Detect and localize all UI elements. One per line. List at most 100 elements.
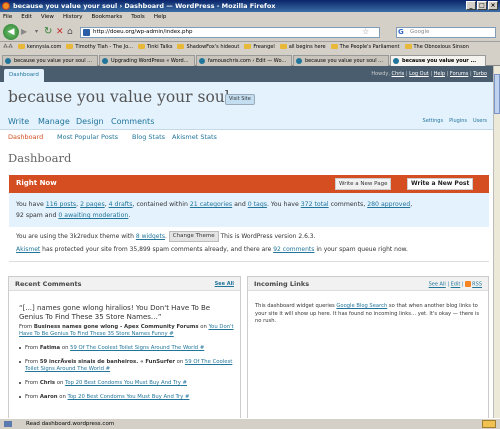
history-dropdown-icon[interactable]: ▾ bbox=[35, 25, 38, 39]
menu-bookmarks[interactable]: Bookmarks bbox=[92, 12, 123, 22]
comment-permalink[interactable]: # bbox=[181, 380, 187, 386]
browser-tab[interactable]: because you value your soul ... bbox=[2, 55, 98, 66]
rss-icon[interactable] bbox=[465, 281, 472, 287]
browser-tab[interactable]: famouschris.com › Edit — Wo... bbox=[196, 55, 292, 66]
recent-comments-widget: Recent Comments See All “[...] names gon… bbox=[8, 276, 241, 418]
comment-permalink[interactable]: # bbox=[168, 331, 173, 337]
comment-permalink[interactable]: # bbox=[104, 366, 110, 372]
firefox-icon bbox=[2, 2, 10, 10]
widgets-link[interactable]: 8 widgets bbox=[136, 233, 165, 240]
see-all-link[interactable]: See All bbox=[215, 281, 234, 287]
bookmark-item[interactable]: The Obnoxious Sinson bbox=[404, 42, 469, 53]
vertical-scrollbar[interactable] bbox=[493, 66, 500, 418]
bookmark-item[interactable]: kennysia.com bbox=[18, 42, 61, 53]
wp-admin-bar: Dashboard Howdy, Chris | Log Out | Help … bbox=[0, 66, 493, 82]
list-item: From 59 incrÃ­veis sinais de banheiros. … bbox=[19, 359, 234, 373]
spam-queue-link[interactable]: 92 comments bbox=[273, 246, 314, 253]
bookmark-chinese-icons[interactable]: ⁂⁂ bbox=[3, 42, 13, 53]
folder-icon bbox=[404, 44, 412, 49]
pages-link[interactable]: 2 pages bbox=[80, 201, 105, 208]
subnav-akismet-stats[interactable]: Akismet Stats bbox=[172, 133, 217, 141]
dashboard-tab[interactable]: Dashboard bbox=[4, 69, 44, 82]
comment-post-link[interactable]: Top 20 Best Condoms You Must Buy And Try bbox=[65, 380, 181, 386]
browser-tab[interactable]: because you value your soul ... bbox=[293, 55, 389, 66]
logout-link[interactable]: Log Out bbox=[409, 71, 429, 77]
browser-tab-active[interactable]: because you value your ... bbox=[390, 55, 486, 66]
comment-post-link[interactable]: 59 Of The Coolest Toilet Signs Around Th… bbox=[70, 345, 198, 351]
menu-view[interactable]: View bbox=[41, 12, 54, 22]
bookmark-item[interactable]: Freangel bbox=[244, 42, 275, 53]
rss-link[interactable]: RSS bbox=[472, 282, 482, 288]
bookmark-item[interactable]: The People's Parliament bbox=[330, 42, 400, 53]
close-button[interactable]: × bbox=[488, 1, 498, 10]
url-text: http://doeu.org/wp-admin/index.php bbox=[93, 29, 193, 35]
visit-site-button[interactable]: Visit Site bbox=[225, 94, 255, 105]
tags-link[interactable]: 0 tags bbox=[248, 201, 267, 208]
write-page-button[interactable]: Write a New Page bbox=[335, 178, 392, 190]
comment-source: From Business names gone wlong - Apex Co… bbox=[19, 324, 234, 337]
menu-edit[interactable]: Edit bbox=[21, 12, 32, 22]
minimize-button[interactable]: _ bbox=[466, 1, 476, 10]
search-input[interactable]: G Google bbox=[396, 27, 496, 38]
back-button[interactable]: ◀ bbox=[3, 24, 19, 40]
awaiting-moderation-link[interactable]: 0 awaiting moderation bbox=[58, 212, 128, 219]
google-blog-search-link[interactable]: Google Blog Search bbox=[336, 303, 387, 309]
stop-icon[interactable]: ✕ bbox=[56, 25, 64, 39]
nav-design[interactable]: Design bbox=[76, 117, 104, 126]
posts-link[interactable]: 116 posts bbox=[46, 201, 76, 208]
navigation-toolbar: ◀ ▶ ▾ ↻ ✕ ⌂ http://doeu.org/wp-admin/ind… bbox=[0, 22, 500, 42]
forums-link[interactable]: Forums bbox=[450, 71, 468, 77]
nav-plugins[interactable]: Plugins bbox=[449, 118, 467, 124]
search-placeholder: Google bbox=[410, 29, 430, 35]
nav-write[interactable]: Write bbox=[8, 117, 29, 126]
comment-permalink[interactable]: # bbox=[183, 394, 189, 400]
comment-permalink[interactable]: # bbox=[198, 345, 204, 351]
menu-help[interactable]: Help bbox=[154, 12, 167, 22]
menu-tools[interactable]: Tools bbox=[131, 12, 145, 22]
subnav-dashboard[interactable]: Dashboard bbox=[8, 133, 43, 141]
addon-icon[interactable] bbox=[482, 420, 496, 428]
subnav-most-popular[interactable]: Most Popular Posts bbox=[57, 133, 118, 141]
menu-history[interactable]: History bbox=[63, 12, 83, 22]
bookmark-item[interactable]: all begins here bbox=[279, 42, 326, 53]
nav-manage[interactable]: Manage bbox=[38, 117, 70, 126]
bookmark-item[interactable]: Tinki Talks bbox=[137, 42, 172, 53]
edit-link[interactable]: Edit bbox=[451, 282, 461, 288]
wordpress-icon bbox=[5, 58, 11, 64]
approved-link[interactable]: 280 approved bbox=[367, 201, 410, 208]
main-nav: Write Manage Design Comments Settings Pl… bbox=[0, 114, 493, 130]
bookmark-item[interactable]: ShadowFox's hideout bbox=[177, 42, 239, 53]
home-icon[interactable]: ⌂ bbox=[67, 25, 73, 39]
categories-link[interactable]: 21 categories bbox=[190, 201, 232, 208]
forward-button[interactable]: ▶ bbox=[21, 25, 27, 39]
reload-icon[interactable]: ↻ bbox=[44, 25, 52, 39]
maximize-button[interactable]: □ bbox=[477, 1, 487, 10]
nav-comments[interactable]: Comments bbox=[111, 117, 154, 126]
nav-settings[interactable]: Settings bbox=[423, 118, 444, 124]
comment-author: Chris bbox=[39, 380, 56, 386]
user-link[interactable]: Chris bbox=[392, 71, 405, 77]
turbo-link[interactable]: Turbo bbox=[473, 71, 487, 77]
bookmark-item[interactable]: Timothy Tiah - The Jo... bbox=[66, 42, 133, 53]
wordpress-icon bbox=[102, 58, 108, 64]
incoming-links-text: This dashboard widget queries Google Blo… bbox=[255, 303, 480, 324]
bookmark-star-icon[interactable]: ☆ bbox=[362, 27, 369, 36]
url-bar[interactable]: http://doeu.org/wp-admin/index.php bbox=[80, 27, 380, 38]
divider bbox=[9, 261, 489, 262]
write-post-button[interactable]: Write a New Post bbox=[407, 178, 474, 190]
comments-link[interactable]: 372 total bbox=[301, 201, 329, 208]
stats-panel: You have 116 posts, 2 pages, 4 drafts, c… bbox=[9, 193, 489, 227]
nav-users[interactable]: Users bbox=[473, 118, 487, 124]
change-theme-button[interactable]: Change Theme bbox=[168, 231, 219, 242]
menu-file[interactable]: File bbox=[3, 12, 12, 22]
browser-tab[interactable]: Upgrading WordPress « Word... bbox=[99, 55, 195, 66]
help-link[interactable]: Help bbox=[434, 71, 445, 77]
akismet-link[interactable]: Akismet bbox=[16, 246, 40, 253]
drafts-link[interactable]: 4 drafts bbox=[109, 201, 133, 208]
site-name: because you value your soul bbox=[8, 88, 230, 106]
see-all-link[interactable]: See All bbox=[429, 282, 446, 288]
akismet-info: Akismet has protected your site from 35,… bbox=[16, 246, 408, 253]
subnav-blog-stats[interactable]: Blog Stats bbox=[132, 133, 165, 141]
scrollbar-thumb[interactable] bbox=[494, 74, 500, 114]
comment-post-link[interactable]: Top 20 Best Condoms You Must Buy And Try bbox=[67, 394, 183, 400]
